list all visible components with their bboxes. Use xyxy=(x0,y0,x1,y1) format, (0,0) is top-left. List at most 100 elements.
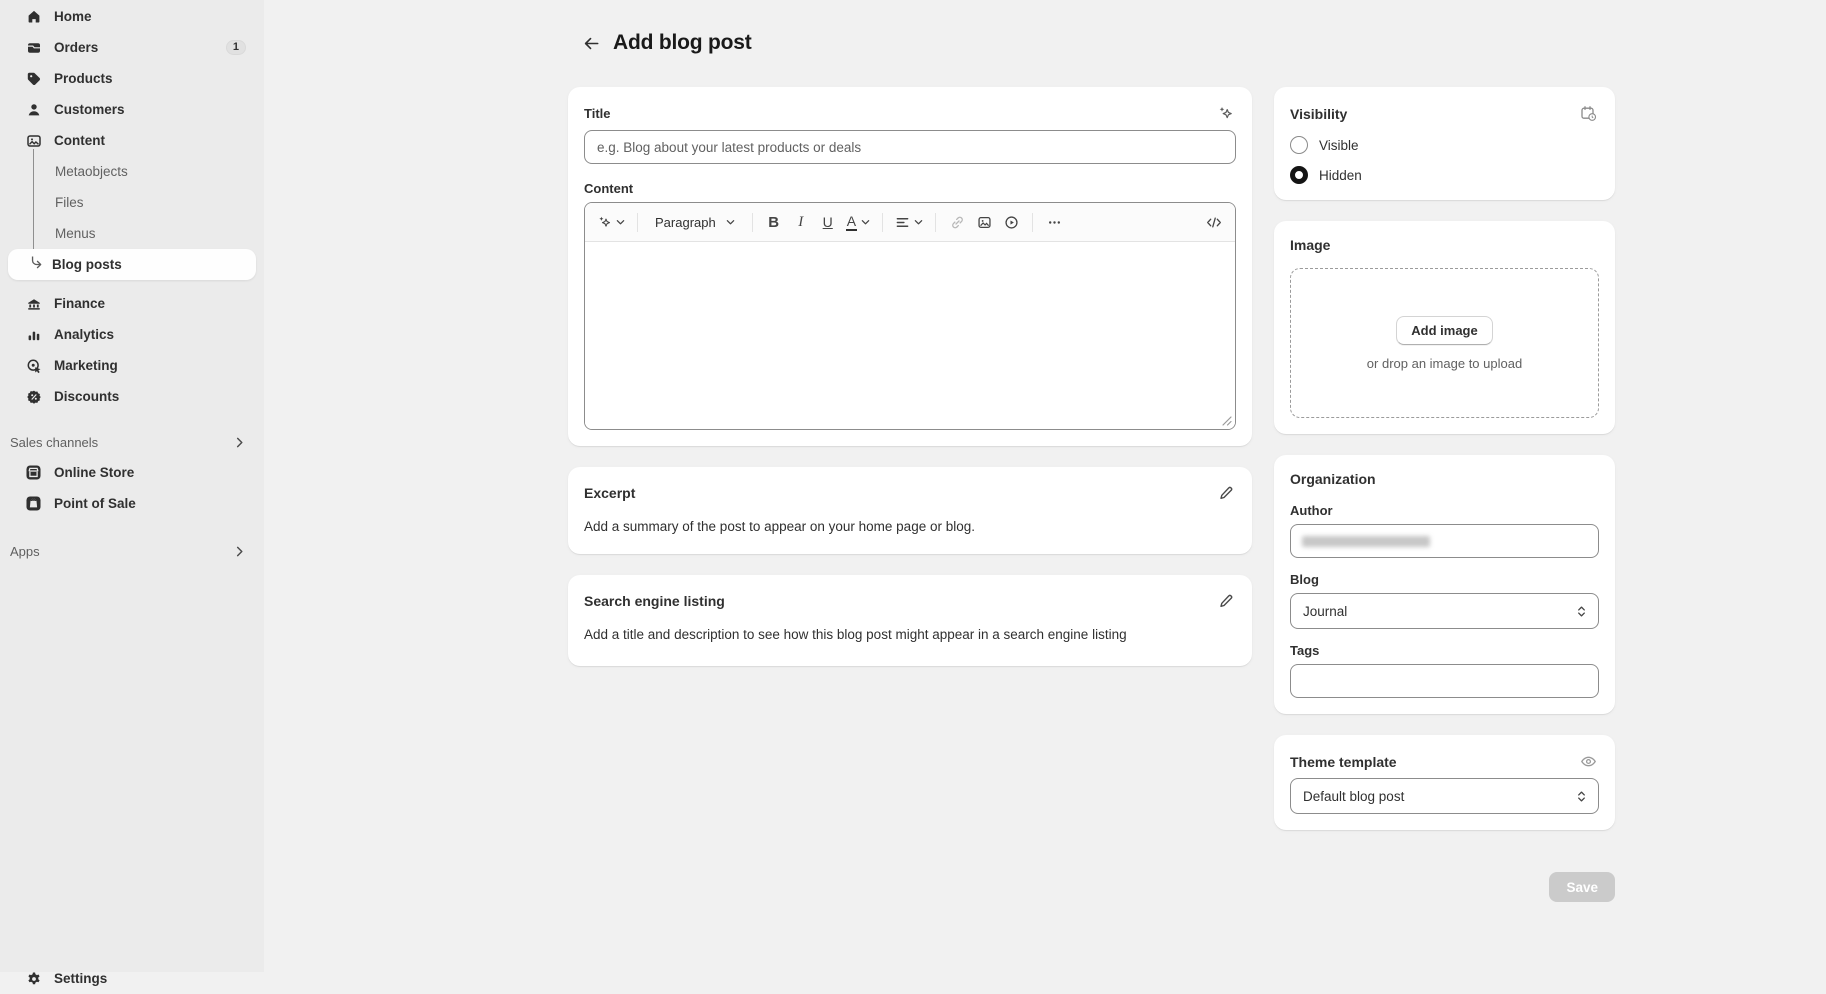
section-label: Apps xyxy=(10,544,40,559)
media-icon xyxy=(25,132,42,149)
alignment-dropdown[interactable] xyxy=(891,208,927,236)
sidebar-item-label: Customers xyxy=(54,102,125,117)
sidebar-item-home[interactable]: Home xyxy=(8,1,256,32)
editor-content-area[interactable] xyxy=(585,242,1235,429)
sidebar-item-point-of-sale[interactable]: Point of Sale xyxy=(8,488,256,519)
sidebar-item-label: Analytics xyxy=(54,327,114,342)
schedule-calendar-icon[interactable] xyxy=(1578,103,1599,124)
drop-hint-text: or drop an image to upload xyxy=(1367,356,1522,371)
discount-badge-icon xyxy=(25,388,42,405)
pos-bag-icon xyxy=(25,495,42,512)
theme-template-value: Default blog post xyxy=(1303,789,1404,804)
code-brackets-icon xyxy=(1206,215,1222,230)
code-view-button[interactable] xyxy=(1201,208,1227,236)
add-image-button[interactable]: Add image xyxy=(1396,316,1492,345)
title-content-card: Title Content xyxy=(568,87,1252,446)
underline-button[interactable]: U xyxy=(815,208,841,236)
image-dropzone[interactable]: Add image or drop an image to upload xyxy=(1290,268,1599,418)
insert-link-button[interactable] xyxy=(944,208,970,236)
edit-seo-button[interactable] xyxy=(1216,591,1236,611)
sidebar-item-label: Blog posts xyxy=(52,257,122,272)
organization-card: Organization Author Blog Journal Tags xyxy=(1274,455,1615,714)
excerpt-card: Excerpt Add a summary of the post to app… xyxy=(568,467,1252,554)
sidebar-item-discounts[interactable]: Discounts xyxy=(8,381,256,412)
radio-checked[interactable] xyxy=(1290,166,1308,184)
tags-input[interactable] xyxy=(1290,664,1599,698)
excerpt-title: Excerpt xyxy=(584,485,635,501)
author-input[interactable] xyxy=(1290,524,1599,558)
sidebar-item-customers[interactable]: Customers xyxy=(8,94,256,125)
link-icon xyxy=(950,215,965,230)
visibility-option-visible[interactable]: Visible xyxy=(1290,136,1599,154)
visibility-card: Visibility Visible Hidden xyxy=(1274,87,1615,200)
sidebar-item-menus[interactable]: Menus xyxy=(8,218,256,249)
text-color-button[interactable]: A xyxy=(842,208,874,236)
sidebar-item-label: Content xyxy=(54,133,105,148)
person-icon xyxy=(25,101,42,118)
ai-sparkle-button[interactable] xyxy=(1215,103,1236,124)
edit-excerpt-button[interactable] xyxy=(1216,483,1236,503)
chevron-down-icon xyxy=(726,218,735,227)
sidebar-item-settings[interactable]: Settings xyxy=(8,963,256,994)
preview-eye-icon[interactable] xyxy=(1578,751,1599,772)
radio-unchecked[interactable] xyxy=(1290,136,1308,154)
video-icon xyxy=(1004,215,1019,230)
bold-button[interactable]: B xyxy=(761,208,787,236)
main-area: Add blog post Title Content xyxy=(264,0,1826,972)
page-header: Add blog post xyxy=(568,0,1615,87)
insert-image-button[interactable] xyxy=(971,208,997,236)
title-input[interactable] xyxy=(584,130,1236,164)
blog-label: Blog xyxy=(1290,572,1599,587)
sidebar-item-label: Home xyxy=(54,9,92,24)
sidebar-section-apps[interactable]: Apps xyxy=(0,536,264,566)
orders-count-badge: 1 xyxy=(226,40,246,55)
save-button[interactable]: Save xyxy=(1549,872,1615,902)
sidebar-item-label: Metaobjects xyxy=(55,164,128,179)
chevron-down-icon xyxy=(914,218,923,227)
seo-card: Search engine listing Add a title and de… xyxy=(568,575,1252,666)
visibility-option-hidden[interactable]: Hidden xyxy=(1290,166,1599,184)
theme-template-title: Theme template xyxy=(1290,754,1397,770)
sidebar-item-files[interactable]: Files xyxy=(8,187,256,218)
sidebar-item-metaobjects[interactable]: Metaobjects xyxy=(8,156,256,187)
sidebar-item-online-store[interactable]: Online Store xyxy=(8,457,256,488)
insert-video-button[interactable] xyxy=(998,208,1024,236)
ai-sparkle-toolbar-button[interactable] xyxy=(593,208,629,236)
sidebar-item-blog-posts[interactable]: Blog posts xyxy=(8,249,256,280)
excerpt-description: Add a summary of the post to appear on y… xyxy=(584,518,1236,537)
content-label: Content xyxy=(584,181,1236,196)
paragraph-style-dropdown[interactable]: Paragraph xyxy=(646,208,744,236)
blog-select-value: Journal xyxy=(1303,604,1347,619)
resize-handle-icon[interactable] xyxy=(1222,416,1232,426)
orders-icon xyxy=(25,39,42,56)
sidebar-item-label: Online Store xyxy=(54,465,134,480)
toolbar-divider xyxy=(935,213,936,232)
sidebar-item-label: Finance xyxy=(54,296,105,311)
ellipsis-icon xyxy=(1047,215,1062,230)
pencil-icon xyxy=(1218,593,1234,609)
sidebar-item-marketing[interactable]: Marketing xyxy=(8,350,256,381)
chevron-right-icon xyxy=(234,546,245,557)
target-cursor-icon xyxy=(25,357,42,374)
updown-caret-icon xyxy=(1575,790,1588,803)
more-options-button[interactable] xyxy=(1041,208,1067,236)
sidebar-item-analytics[interactable]: Analytics xyxy=(8,319,256,350)
page-title: Add blog post xyxy=(613,31,752,55)
theme-template-card: Theme template Default blog post xyxy=(1274,735,1615,830)
title-label: Title xyxy=(584,106,611,121)
rich-text-editor: Paragraph B I U A xyxy=(584,202,1236,430)
storefront-icon xyxy=(25,464,42,481)
sidebar-item-label: Products xyxy=(54,71,113,86)
sidebar: Home Orders 1 Products Customers Content… xyxy=(0,0,264,972)
sidebar-item-finance[interactable]: Finance xyxy=(8,288,256,319)
theme-template-select[interactable]: Default blog post xyxy=(1290,778,1599,814)
sidebar-item-orders[interactable]: Orders 1 xyxy=(8,32,256,63)
sidebar-item-content[interactable]: Content xyxy=(8,125,256,156)
italic-button[interactable]: I xyxy=(788,208,814,236)
sidebar-item-products[interactable]: Products xyxy=(8,63,256,94)
back-button[interactable] xyxy=(580,32,602,54)
toolbar-divider xyxy=(752,213,753,232)
sidebar-section-sales-channels[interactable]: Sales channels xyxy=(0,427,264,457)
toolbar-divider xyxy=(882,213,883,232)
blog-select[interactable]: Journal xyxy=(1290,593,1599,629)
